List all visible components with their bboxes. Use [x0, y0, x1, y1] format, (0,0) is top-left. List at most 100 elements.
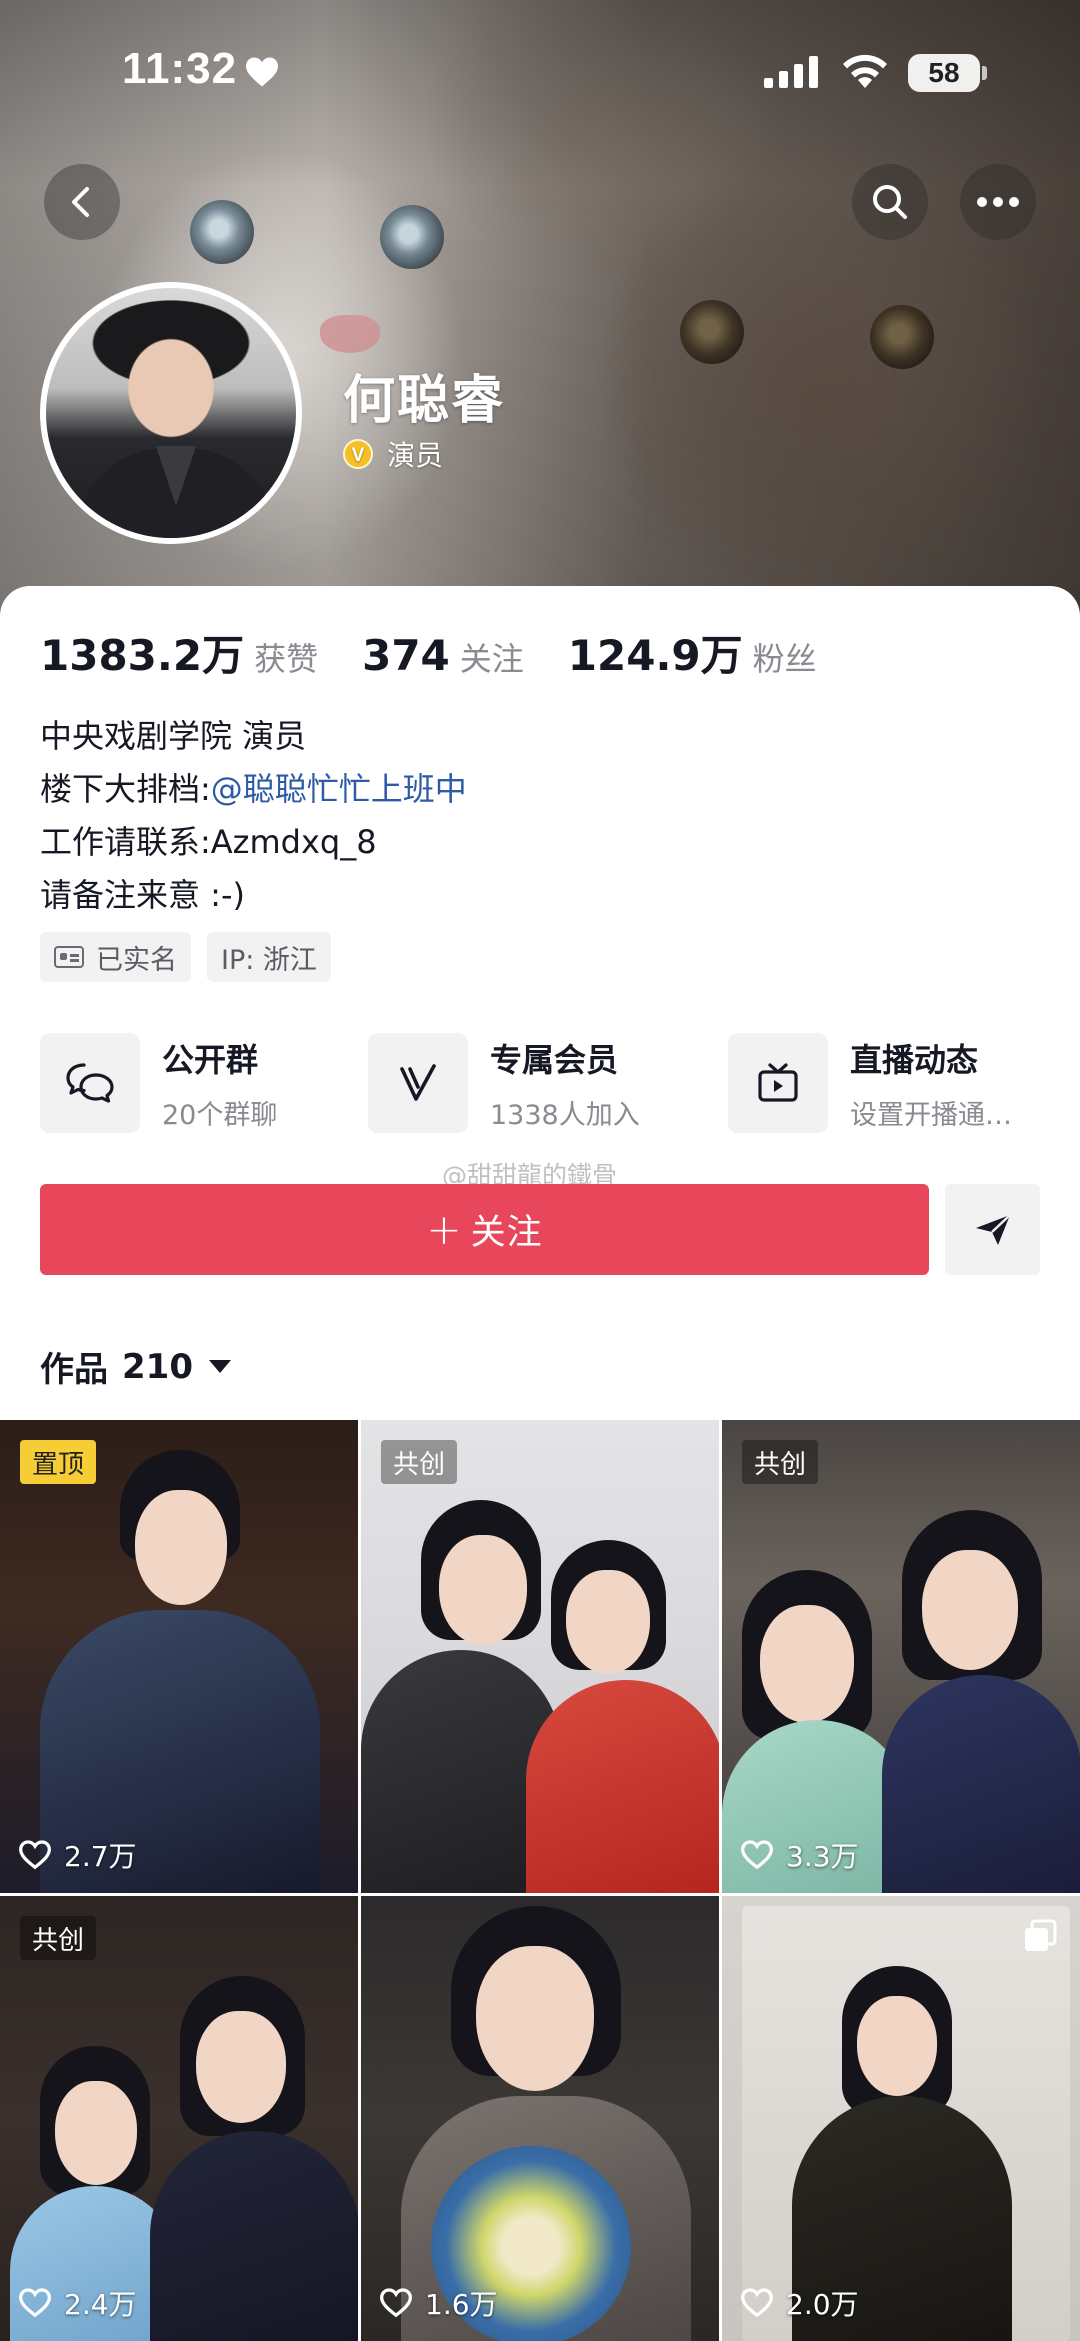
- thumbnail-scene: [722, 1896, 1080, 2341]
- entry-texts: 公开群 20个群聊: [162, 1035, 277, 1132]
- likes-count-label: 1.6万: [425, 2288, 498, 2321]
- entry-texts: 专属会员 1338人加入: [490, 1035, 640, 1132]
- video-likes: 2.7万: [18, 1835, 137, 1875]
- video-thumbnail[interactable]: 1.6万: [361, 1896, 719, 2341]
- entry-icon-box: [728, 1033, 828, 1133]
- heart-outline-icon: [19, 2288, 51, 2318]
- video-thumbnail[interactable]: 共创 3.3万: [722, 1420, 1080, 1893]
- entry-title: 专属会员: [490, 1040, 619, 1079]
- likes-count: 1383.2万: [40, 631, 245, 680]
- followers-label[interactable]: 粉丝: [753, 634, 817, 680]
- entry-public-groups[interactable]: 公开群 20个群聊: [40, 1032, 277, 1134]
- figure-face: [135, 1490, 227, 1605]
- video-thumbnail[interactable]: 共创 2.4万: [0, 1896, 358, 2341]
- likes-count-label: 2.7万: [64, 1840, 137, 1873]
- status-time: 11:32: [122, 44, 238, 93]
- video-thumbnail[interactable]: 共创: [361, 1420, 719, 1893]
- chevron-left-icon: [72, 187, 89, 217]
- stats-row: 1383.2万 获赞 374 关注 124.9万 粉丝: [40, 622, 861, 683]
- video-grid: 置顶 2.7万 共创 共创 3.3万 共创 2.4万 1.6万 2.0万: [0, 1420, 1080, 2341]
- collab-badge: 共创: [381, 1440, 458, 1484]
- following-label[interactable]: 关注: [460, 634, 524, 680]
- chat-bubbles-icon: [66, 1063, 114, 1103]
- pinned-badge: 置顶: [20, 1440, 97, 1484]
- likes-count-label: 3.3万: [786, 1840, 859, 1873]
- figure-face: [566, 1570, 650, 1674]
- entry-live-updates[interactable]: 直播动态 设置开播通…: [728, 1032, 1068, 1134]
- display-name: 何聪睿: [343, 371, 506, 431]
- follow-label: 关注: [470, 1213, 543, 1253]
- figure-face: [857, 1996, 937, 2096]
- verification-label: 演员: [387, 439, 444, 472]
- send-arrow-icon: [975, 1213, 1011, 1245]
- more-dots-icon: [977, 197, 1019, 207]
- works-count: 210: [122, 1346, 193, 1387]
- figure-face: [55, 2081, 137, 2185]
- figure-face: [476, 1946, 594, 2091]
- video-likes: 2.0万: [740, 2283, 859, 2323]
- figure-robe: [150, 2131, 358, 2341]
- live-tv-icon: [758, 1063, 798, 1102]
- figure-face: [760, 1605, 854, 1723]
- status-bar: 11:32 58: [0, 0, 1080, 140]
- video-likes: 2.4万: [18, 2283, 137, 2323]
- works-label: 作品: [40, 1350, 108, 1390]
- ip-location-tag: IP: 浙江: [207, 932, 331, 982]
- works-tab[interactable]: 作品 210: [40, 1342, 231, 1391]
- multi-image-icon: [1025, 1919, 1057, 1951]
- heart-outline-icon: [19, 1840, 51, 1870]
- follow-button[interactable]: + 关注: [40, 1184, 929, 1275]
- collab-badge: 共创: [20, 1916, 97, 1960]
- id-card-icon: [54, 946, 84, 968]
- battery-indicator: 58: [908, 54, 980, 92]
- entry-subtitle: 20个群聊: [162, 1099, 278, 1131]
- thumbnail-scene: [0, 1420, 358, 1893]
- real-name-tag: 已实名: [40, 932, 191, 982]
- ip-location-label: IP: 浙江: [221, 944, 317, 976]
- entry-icon-box: [40, 1033, 140, 1133]
- quick-entries: 公开群 20个群聊 专属会员 1338人加入 直播动态 设置开播通…: [40, 1032, 1060, 1134]
- bio: 中央戏剧学院 演员 楼下大排档:@聪聪忙忙上班中 工作请联系:Azmdxq_8 …: [40, 710, 467, 922]
- more-options-button[interactable]: [960, 164, 1036, 240]
- plus-icon: +: [426, 1205, 463, 1254]
- likes-count-label: 2.0万: [786, 2288, 859, 2321]
- real-name-label: 已实名: [96, 944, 177, 976]
- wifi-icon: [843, 54, 887, 88]
- search-button[interactable]: [852, 164, 928, 240]
- bio-line: 工作请联系:Azmdxq_8: [40, 823, 377, 861]
- verified-v-icon: V: [343, 439, 373, 469]
- heart-status-icon: [246, 57, 278, 87]
- entry-texts: 直播动态 设置开播通…: [850, 1035, 1012, 1132]
- thumbnail-scene: [722, 1420, 1080, 1893]
- entry-subtitle: 1338人加入: [490, 1099, 640, 1131]
- figure-face: [196, 2011, 286, 2123]
- share-button[interactable]: [945, 1184, 1040, 1275]
- entry-title: 直播动态: [850, 1040, 979, 1079]
- mention-link[interactable]: @聪聪忙忙上班中: [211, 770, 467, 808]
- figure-face: [922, 1550, 1018, 1670]
- video-thumbnail[interactable]: 2.0万: [722, 1896, 1080, 2341]
- followers-count[interactable]: 124.9万: [568, 622, 743, 683]
- search-icon: [873, 185, 907, 219]
- thumbnail-scene: [0, 1896, 358, 2341]
- entry-title: 公开群: [162, 1040, 259, 1079]
- figure-robe: [882, 1675, 1080, 1893]
- member-v-icon: [400, 1064, 436, 1101]
- profile-tags: 已实名 IP: 浙江: [40, 932, 347, 982]
- collab-badge: 共创: [742, 1440, 819, 1484]
- bio-line: 中央戏剧学院 演员: [40, 717, 307, 755]
- video-thumbnail[interactable]: 置顶 2.7万: [0, 1420, 358, 1893]
- caret-down-icon: [208, 1360, 231, 1373]
- likes-label: 获赞: [254, 640, 319, 678]
- heart-outline-icon: [380, 2288, 412, 2318]
- following-count[interactable]: 374: [362, 631, 450, 680]
- back-button[interactable]: [44, 164, 120, 240]
- avatar[interactable]: [40, 282, 302, 544]
- heart-outline-icon: [741, 2288, 773, 2318]
- thumbnail-scene: [361, 1420, 719, 1893]
- video-likes: 1.6万: [379, 2283, 498, 2323]
- video-likes: 3.3万: [740, 1835, 859, 1875]
- bio-line: 楼下大排档:@聪聪忙忙上班中: [40, 763, 467, 816]
- entry-exclusive-members[interactable]: 专属会员 1338人加入: [368, 1032, 640, 1134]
- bio-line: 请备注来意 :-): [40, 876, 245, 914]
